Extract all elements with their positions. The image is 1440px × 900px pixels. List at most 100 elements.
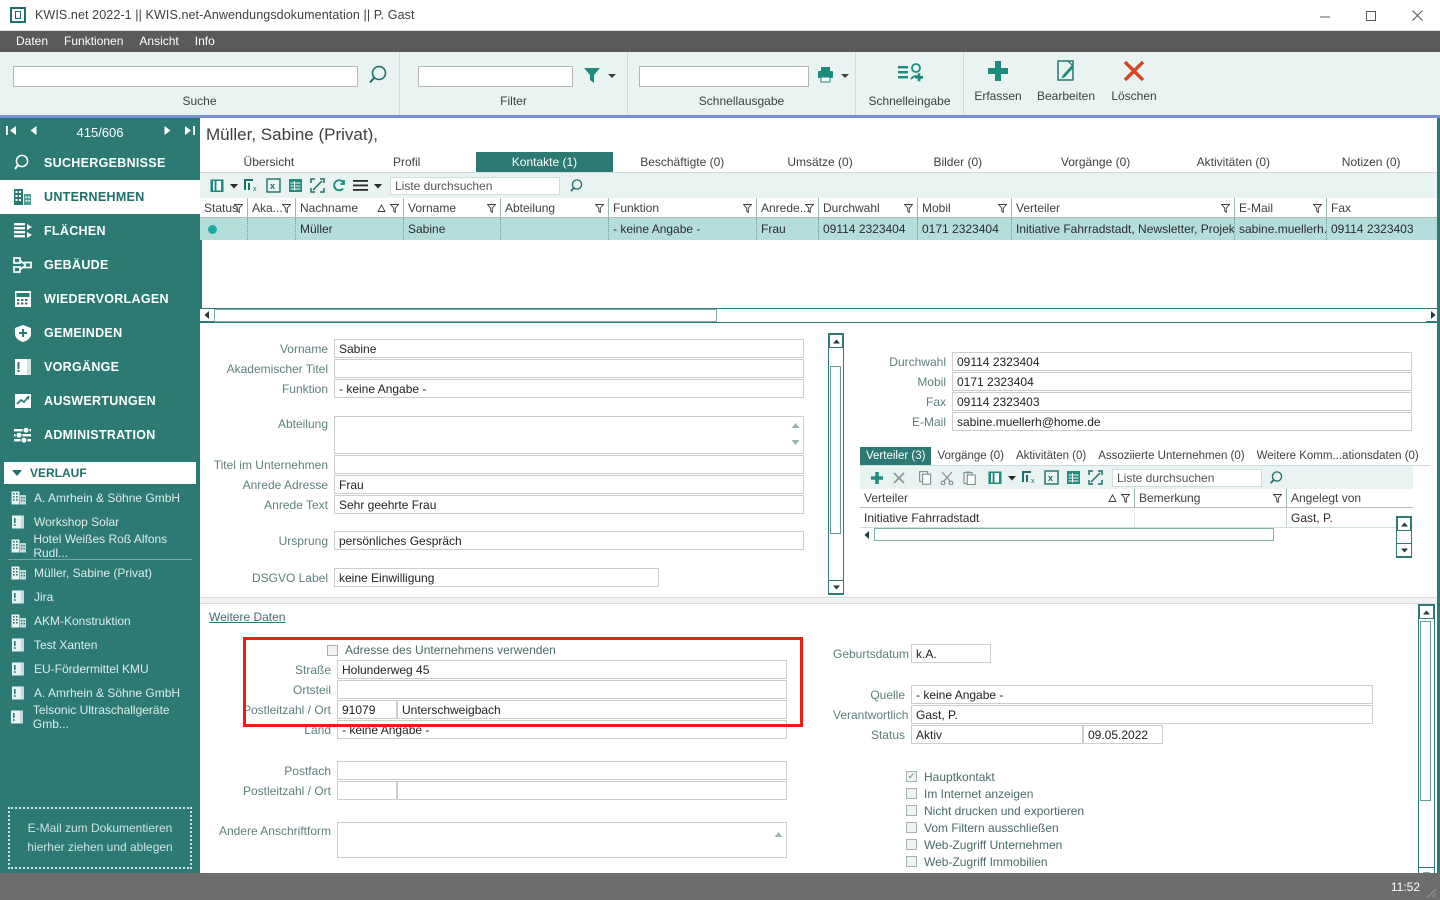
funnel-icon[interactable] <box>805 202 814 216</box>
bearbeiten-button[interactable]: Bearbeiten <box>1032 58 1100 103</box>
hscroll-track[interactable] <box>214 309 1426 322</box>
columns-icon[interactable] <box>206 176 228 196</box>
funnel-icon[interactable] <box>904 202 913 216</box>
excel-export-icon[interactable]: x <box>1040 468 1062 488</box>
column-header-mobil[interactable]: Mobil <box>918 198 1012 217</box>
sidebar-item-suchergebnisse[interactable]: SUCHERGEBNISSE <box>0 146 200 180</box>
list-item[interactable]: A. Amrhein & Söhne GmbH <box>0 486 200 510</box>
list-item[interactable]: Telsonic Ultraschallgeräte Gmb... <box>0 705 200 729</box>
chevron-down-icon[interactable] <box>841 74 849 78</box>
funnel-icon[interactable] <box>282 202 291 216</box>
vscroll-thumb[interactable] <box>830 366 841 534</box>
list-item[interactable]: Hotel Weißes Roß Alfons Rudl... <box>0 534 200 558</box>
grid-hscrollbar[interactable] <box>200 308 1440 323</box>
checkbox-icon[interactable] <box>906 805 917 816</box>
menu-item-funktionen[interactable]: Funktionen <box>56 31 131 52</box>
scroll-down-button[interactable] <box>1396 543 1412 557</box>
funnel-icon[interactable] <box>1121 492 1130 506</box>
list-item[interactable]: Test Xanten <box>0 633 200 657</box>
column-header-status[interactable]: Status <box>200 198 248 217</box>
funnel-icon[interactable] <box>582 65 602 88</box>
column-header-verteiler[interactable]: Verteiler <box>860 489 1135 507</box>
list-item[interactable]: Workshop Solar <box>0 510 200 534</box>
verantwortlich-input[interactable]: Gast, P. <box>911 705 1373 724</box>
checkbox-icon[interactable] <box>906 856 917 867</box>
funnel-icon[interactable] <box>234 202 243 216</box>
column-header-anrede[interactable]: Anrede... <box>757 198 819 217</box>
minimize-button[interactable] <box>1302 0 1348 31</box>
paste-icon[interactable] <box>958 468 980 488</box>
cut-icon[interactable] <box>936 468 958 488</box>
resize-grip-icon[interactable] <box>1425 886 1437 898</box>
dsgvo-label-input[interactable]: keine Einwilligung <box>334 568 659 587</box>
durchwahl-input[interactable]: 09114 2323404 <box>952 352 1412 371</box>
funnel-icon[interactable] <box>1221 202 1230 216</box>
mobil-input[interactable]: 0171 2323404 <box>952 372 1412 391</box>
list-item[interactable]: Müller, Sabine (Privat) <box>0 561 200 585</box>
left-panel-vscrollbar[interactable] <box>828 333 844 595</box>
sidebar-item-gebaeude[interactable]: GEBÄUDE <box>0 248 200 282</box>
tab-uebersicht[interactable]: Übersicht <box>200 152 338 172</box>
sidebar-item-flaechen[interactable]: FLÄCHEN <box>0 214 200 248</box>
list-item[interactable]: Jira <box>0 585 200 609</box>
lower-panel-vscrollbar[interactable] <box>1418 604 1435 882</box>
weitere-daten-link[interactable]: Weitere Daten <box>209 610 285 624</box>
hscroll-thumb[interactable] <box>874 528 1274 541</box>
chevron-down-icon[interactable] <box>608 74 616 78</box>
panel-splitter[interactable] <box>200 597 1440 604</box>
sidebar-item-auswertungen[interactable]: AUSWERTUNGEN <box>0 384 200 418</box>
scroll-down-button[interactable] <box>828 580 844 594</box>
search-input[interactable] <box>13 66 358 87</box>
column-header-funktion[interactable]: Funktion <box>609 198 757 217</box>
checkbox-hauptkontakt[interactable]: Hauptkontakt <box>906 768 1433 785</box>
copy-icon[interactable] <box>914 468 936 488</box>
clear-filter-icon[interactable]: x <box>1018 468 1040 488</box>
pager-next-button[interactable] <box>156 124 178 140</box>
erfassen-button[interactable]: Erfassen <box>964 58 1032 103</box>
maximize-button[interactable] <box>1348 0 1394 31</box>
geburtsdatum-input[interactable]: k.A. <box>911 644 991 663</box>
email-input[interactable]: sabine.muellerh@home.de <box>952 412 1412 431</box>
expand-icon[interactable] <box>1084 468 1106 488</box>
quick-output-input[interactable] <box>639 66 809 87</box>
table-icon[interactable] <box>284 176 306 196</box>
magnifier-icon[interactable] <box>566 176 588 196</box>
hscroll-thumb[interactable] <box>214 309 717 322</box>
quelle-input[interactable]: - keine Angabe - <box>911 685 1373 704</box>
plus-icon[interactable] <box>985 58 1011 87</box>
subgrid-row[interactable]: Initiative Fahrradstadt Gast, P. <box>860 508 1413 527</box>
list-item[interactable]: AKM-Konstruktion <box>0 609 200 633</box>
subgrid-hscrollbar[interactable] <box>860 527 1413 541</box>
funnel-icon[interactable] <box>487 202 496 216</box>
anrede-adresse-input[interactable]: Frau <box>334 475 804 494</box>
sidebar-item-administration[interactable]: ADMINISTRATION <box>0 418 200 452</box>
column-header-nachname[interactable]: Nachname <box>296 198 404 217</box>
menu-item-info[interactable]: Info <box>187 31 223 52</box>
scroll-up-button[interactable] <box>1419 605 1434 619</box>
sidebar-item-vorgaenge[interactable]: VORGÄNGE <box>0 350 200 384</box>
pager-last-button[interactable] <box>178 124 200 140</box>
ursprung-input[interactable]: persönliches Gespräch <box>334 531 804 550</box>
scroll-up-button[interactable] <box>1397 517 1411 531</box>
hscroll-track[interactable] <box>874 528 1399 541</box>
history-header[interactable]: VERLAUF <box>4 462 196 484</box>
column-header-angelegt-von[interactable]: Angelegt von <box>1287 489 1397 507</box>
menu-item-daten[interactable]: Daten <box>8 31 56 52</box>
sidebar-item-gemeinden[interactable]: GEMEINDEN <box>0 316 200 350</box>
scroll-left-button[interactable] <box>860 528 874 541</box>
pager-first-button[interactable] <box>0 124 22 140</box>
checkbox-icon[interactable] <box>906 771 917 782</box>
refresh-icon[interactable] <box>328 176 350 196</box>
sort-ascending-icon[interactable] <box>1108 492 1117 506</box>
fax-input[interactable]: 09114 2323403 <box>952 392 1412 411</box>
scroll-up-button[interactable] <box>829 334 843 348</box>
email-dropzone[interactable]: E-Mail zum Dokumentieren hierher ziehen … <box>8 807 192 869</box>
textarea-scroll-icons[interactable] <box>790 415 801 454</box>
subgrid-search-input[interactable]: Liste durchsuchen <box>1112 469 1262 487</box>
clear-filter-icon[interactable]: x <box>240 176 262 196</box>
subgrid-vscrollbar[interactable] <box>1396 516 1412 558</box>
abteilung-textarea[interactable] <box>334 416 804 454</box>
funktion-input[interactable]: - keine Angabe - <box>334 379 804 398</box>
column-header-bemerkung[interactable]: Bemerkung <box>1135 489 1287 507</box>
edit-pencil-icon[interactable] <box>1054 58 1078 87</box>
